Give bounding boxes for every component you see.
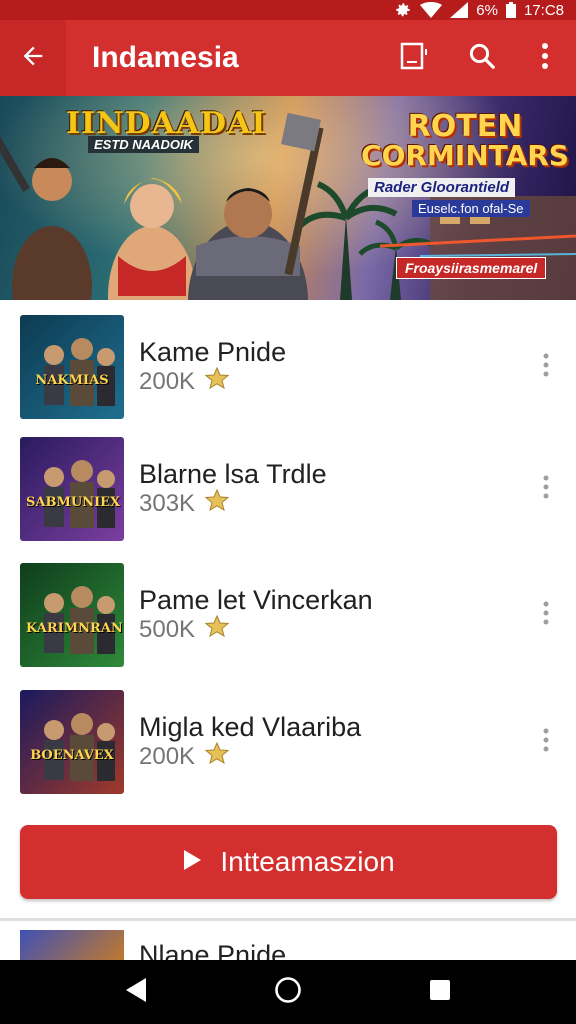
peek-item-more-button[interactable]	[530, 946, 562, 960]
banner-title-right-line2: CORMINTARS	[361, 139, 569, 172]
status-icons: 6% 17:C8	[394, 0, 564, 20]
game-list-item[interactable]: NAKMIAS Kame Pnide 200K	[0, 311, 576, 425]
recents-square-icon	[429, 979, 451, 1006]
promo-banner[interactable]: IINDAADAI ESTD NAADOIK ROTEN CORMINTARS …	[0, 96, 576, 300]
nav-back-button[interactable]	[116, 972, 156, 1012]
game-download-count: 200K	[139, 742, 196, 770]
game-download-count: 500K	[139, 615, 196, 643]
thumbnail-art	[44, 338, 115, 406]
cast-button[interactable]	[393, 38, 433, 78]
navigation-bar	[0, 960, 576, 1024]
more-vert-icon	[543, 728, 549, 757]
battery-label: 6%	[476, 1, 498, 19]
back-arrow-icon	[19, 42, 47, 75]
game-meta: 303K	[139, 488, 230, 518]
game-thumbnail-label: NAKMIAS	[35, 373, 109, 388]
install-button-label: Intteamaszion	[220, 846, 395, 877]
status-bar: 6% 17:C8	[0, 0, 576, 20]
banner-tag-1: Rader Gloorantield	[368, 178, 516, 197]
gear-icon	[394, 1, 412, 19]
star-icon	[204, 488, 230, 518]
thumbnail-art	[44, 713, 115, 781]
banner-ribbon: Froaysiirasmemarel	[396, 257, 547, 279]
app-title: Indamesia	[92, 41, 239, 74]
game-title: Blarne lsa Trdle	[139, 459, 327, 489]
back-triangle-icon	[124, 977, 148, 1008]
more-vert-icon	[543, 475, 549, 504]
game-list-item[interactable]: BOENAVEX Migla ked Vlaariba 200K	[0, 686, 576, 800]
star-icon	[204, 366, 230, 396]
thumbnail-art	[44, 586, 115, 654]
install-button[interactable]: Intteamaszion	[20, 825, 557, 899]
game-list-item[interactable]: SABMUNIEX Blarne lsa Trdle 303K	[0, 433, 576, 547]
overflow-menu-button[interactable]	[525, 38, 565, 78]
search-icon	[467, 41, 497, 76]
peek-item-title[interactable]: Nlane Pnide	[139, 942, 286, 960]
battery-icon	[505, 2, 516, 18]
game-download-count: 200K	[139, 367, 196, 395]
game-thumbnail[interactable]: BOENAVEX	[20, 690, 124, 794]
item-more-button[interactable]	[530, 469, 562, 509]
banner-tag-2: Euselc.fon ofal-Se	[412, 200, 530, 217]
banner-title-right-line1: ROTEN	[407, 109, 523, 144]
more-vert-icon	[543, 946, 549, 960]
thumbnail-art	[44, 460, 115, 528]
banner-subtitle-left: ESTD NAADOIK	[88, 136, 199, 153]
star-icon	[204, 741, 230, 771]
star-icon	[204, 614, 230, 644]
divider	[0, 918, 576, 921]
item-more-button[interactable]	[530, 595, 562, 635]
game-thumbnail-label: SABMUNIEX	[26, 495, 121, 510]
screen: 6% 17:C8 Indamesia IINDAADAI ESTD NAADOI…	[0, 0, 576, 1024]
peek-item-thumbnail[interactable]	[20, 930, 124, 960]
more-vert-icon	[543, 353, 549, 382]
item-more-button[interactable]	[530, 347, 562, 387]
game-thumbnail[interactable]: KARIMNRAN	[20, 563, 124, 667]
nav-home-button[interactable]	[268, 972, 308, 1012]
clock: 17:C8	[523, 1, 564, 19]
game-meta: 500K	[139, 614, 230, 644]
more-vert-icon	[541, 42, 549, 75]
cast-icon	[396, 39, 430, 78]
play-icon	[182, 846, 202, 878]
signal-icon	[450, 2, 469, 18]
game-download-count: 303K	[139, 489, 196, 517]
game-title: Kame Pnide	[139, 337, 287, 367]
game-thumbnail-label: BOENAVEX	[30, 748, 114, 763]
game-thumbnail[interactable]: NAKMIAS	[20, 315, 124, 419]
home-circle-icon	[274, 976, 302, 1009]
game-meta: 200K	[139, 741, 230, 771]
game-thumbnail[interactable]: SABMUNIEX	[20, 437, 124, 541]
banner-title-right: ROTEN CORMINTARS	[360, 112, 570, 170]
app-bar: Indamesia	[0, 20, 576, 96]
item-more-button[interactable]	[530, 722, 562, 762]
game-meta: 200K	[139, 366, 230, 396]
game-list-item[interactable]: KARIMNRAN Pame let Vincerkan 500K	[0, 559, 576, 673]
game-thumbnail-label: KARIMNRAN	[26, 621, 123, 636]
wifi-icon	[420, 2, 443, 18]
nav-recents-button[interactable]	[420, 972, 460, 1012]
back-button[interactable]	[0, 20, 66, 96]
game-title: Pame let Vincerkan	[139, 585, 373, 615]
search-button[interactable]	[462, 38, 502, 78]
game-title: Migla ked Vlaariba	[139, 712, 362, 742]
more-vert-icon	[543, 601, 549, 630]
